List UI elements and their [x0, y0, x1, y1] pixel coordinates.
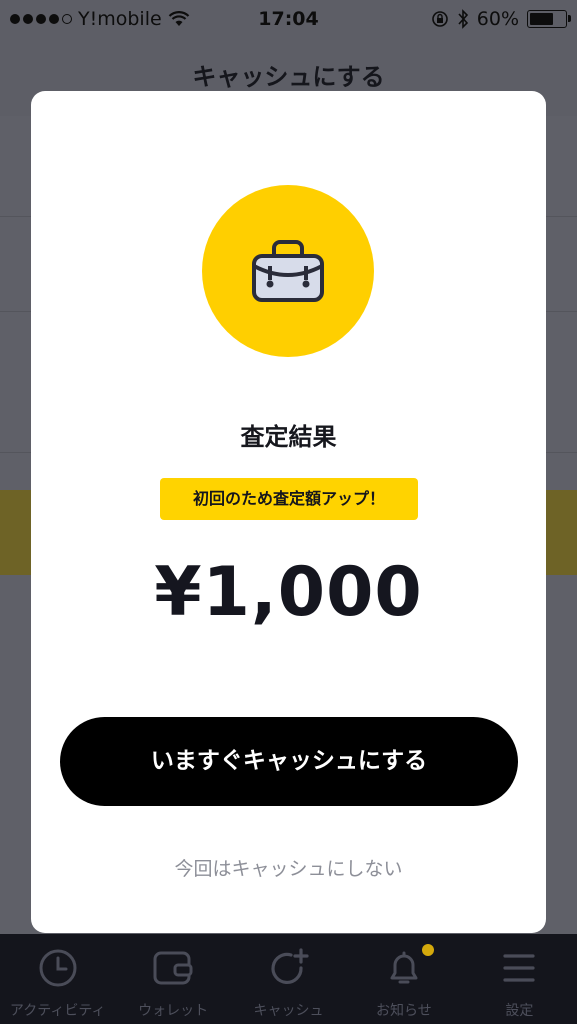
tab-bar: アクティビティ ウォレット キャッシュ お知らせ 設定 — [0, 934, 577, 1024]
assessed-amount: ¥1,000 — [154, 553, 423, 632]
tab-label: キャッシュ — [253, 1003, 324, 1019]
skip-cash-link[interactable]: 今回はキャッシュにしない — [31, 854, 546, 881]
tab-activity[interactable]: アクティビティ — [0, 934, 115, 1024]
tab-cash[interactable]: キャッシュ — [231, 934, 346, 1024]
battery-icon — [527, 10, 571, 28]
status-bar: Y!mobile 17:04 60% — [0, 0, 577, 38]
tab-label: ウォレット — [138, 1003, 209, 1019]
hero-badge — [202, 185, 374, 357]
promo-badge: 初回のため査定額アップ！ — [160, 478, 418, 520]
menu-icon — [503, 954, 535, 982]
tab-label: 設定 — [505, 1003, 534, 1019]
status-right: 60% — [431, 8, 571, 30]
assessment-result-modal: 査定結果 初回のため査定額アップ！ ¥1,000 いますぐキャッシュにする 今回… — [31, 91, 546, 933]
tab-label: お知らせ — [376, 1003, 432, 1019]
tab-notifications[interactable]: お知らせ — [346, 934, 461, 1024]
battery-percent: 60% — [476, 8, 519, 30]
bell-icon — [390, 951, 418, 984]
tab-label: アクティビティ — [9, 1003, 106, 1019]
cash-refresh-icon — [271, 948, 309, 984]
tab-wallet[interactable]: ウォレット — [115, 934, 230, 1024]
rotation-lock-icon — [431, 11, 448, 27]
bluetooth-icon — [458, 9, 468, 29]
notification-badge — [421, 944, 434, 956]
wallet-icon — [153, 951, 193, 985]
bag-icon — [252, 240, 324, 302]
tab-settings[interactable]: 設定 — [462, 934, 577, 1024]
result-title: 査定結果 — [240, 423, 337, 451]
clock-icon — [39, 949, 77, 987]
cash-now-button[interactable]: いますぐキャッシュにする — [60, 717, 518, 806]
